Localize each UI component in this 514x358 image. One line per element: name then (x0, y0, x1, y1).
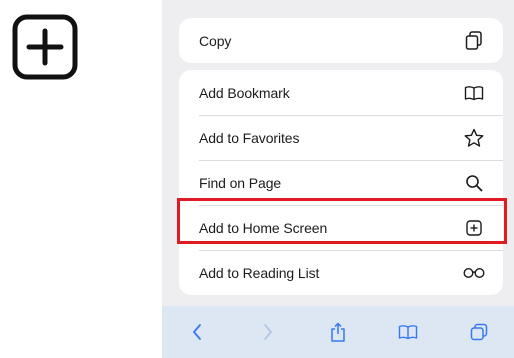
add-to-favorites-label: Add to Favorites (199, 129, 300, 146)
glasses-icon (463, 262, 485, 284)
add-to-reading-list-label: Add to Reading List (199, 264, 320, 281)
copy-group: Copy (179, 18, 503, 63)
add-to-favorites-button[interactable]: Add to Favorites (179, 115, 503, 160)
find-on-page-button[interactable]: Find on Page (179, 160, 503, 205)
share-icon[interactable] (318, 312, 358, 352)
safari-toolbar (162, 306, 514, 358)
share-sheet: Copy Add Bookmark Add to Favorites Find … (162, 0, 514, 306)
book-icon (463, 82, 485, 104)
add-to-home-screen-label: Add to Home Screen (199, 219, 328, 236)
add-bookmark-button[interactable]: Add Bookmark (179, 70, 503, 115)
forward-icon[interactable] (248, 312, 288, 352)
add-bookmark-label: Add Bookmark (199, 84, 290, 101)
actions-group: Add Bookmark Add to Favorites Find on Pa… (179, 70, 503, 295)
back-icon[interactable] (177, 312, 217, 352)
add-to-home-screen-button[interactable]: Add to Home Screen (179, 205, 503, 250)
copy-button[interactable]: Copy (179, 18, 503, 63)
add-to-reading-list-button[interactable]: Add to Reading List (179, 250, 503, 295)
find-on-page-label: Find on Page (199, 174, 282, 191)
copy-icon (463, 30, 485, 52)
plus-square-icon (12, 14, 78, 80)
copy-label: Copy (199, 32, 232, 49)
bookmarks-icon[interactable] (388, 312, 428, 352)
star-icon (463, 127, 485, 149)
plus-square-icon (463, 217, 485, 239)
magnifier-icon (463, 172, 485, 194)
tabs-icon[interactable] (459, 312, 499, 352)
